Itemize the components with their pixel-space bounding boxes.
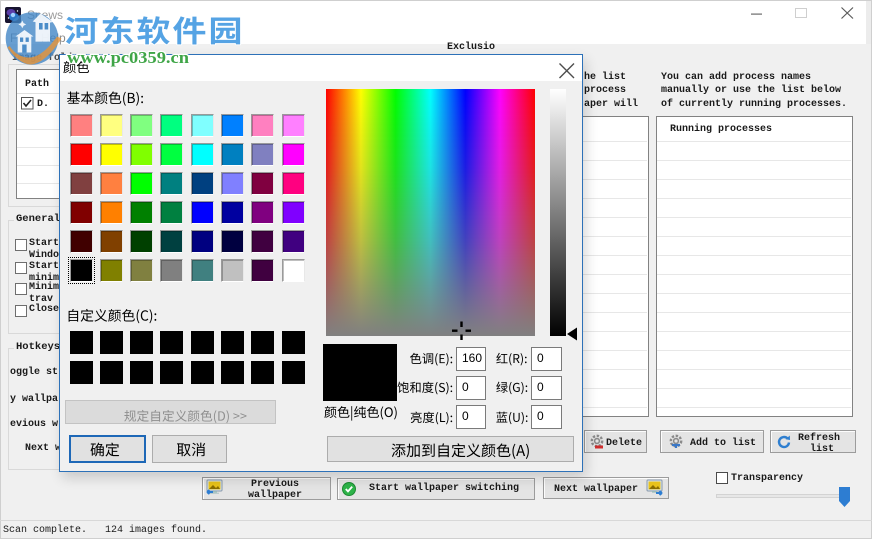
svg-text:www.pc0359.cn: www.pc0359.cn — [67, 48, 189, 67]
